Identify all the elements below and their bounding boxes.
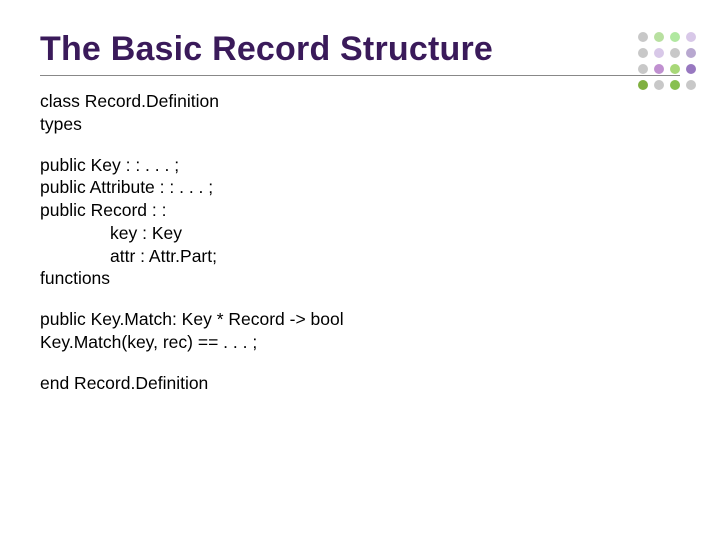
code-line: public Record : : [40,199,680,222]
code-line: public Key.Match: Key * Record -> bool [40,308,680,331]
code-line: public Attribute : : . . . ; [40,176,680,199]
code-block-3: public Key.Match: Key * Record -> bool K… [40,308,680,354]
dot-icon [686,80,696,90]
code-line: key : Key [40,222,680,245]
dot-icon [654,32,664,42]
dot-icon [638,48,648,58]
dot-icon [670,64,680,74]
code-line: class Record.Definition [40,90,680,113]
slide-title: The Basic Record Structure [40,30,680,69]
dot-icon [638,80,648,90]
code-line: types [40,113,680,136]
dot-icon [686,32,696,42]
slide-body: class Record.Definition types public Key… [40,90,680,394]
code-line: functions [40,267,680,290]
dot-icon [670,80,680,90]
code-line: Key.Match(key, rec) == . . . ; [40,331,680,354]
dot-icon [670,48,680,58]
dot-icon [638,64,648,74]
dot-icon [686,48,696,58]
code-line: end Record.Definition [40,372,680,395]
decorative-dot-grid [638,32,698,92]
code-line: public Key : : . . . ; [40,154,680,177]
dot-icon [638,32,648,42]
dot-icon [686,64,696,74]
dot-icon [654,48,664,58]
code-block-1: class Record.Definition types [40,90,680,136]
code-block-2: public Key : : . . . ; public Attribute … [40,154,680,291]
dot-icon [654,64,664,74]
divider [40,75,680,76]
dot-icon [670,32,680,42]
slide: The Basic Record Structure class Record.… [0,0,720,540]
code-block-4: end Record.Definition [40,372,680,395]
dot-icon [654,80,664,90]
code-line: attr : Attr.Part; [40,245,680,268]
